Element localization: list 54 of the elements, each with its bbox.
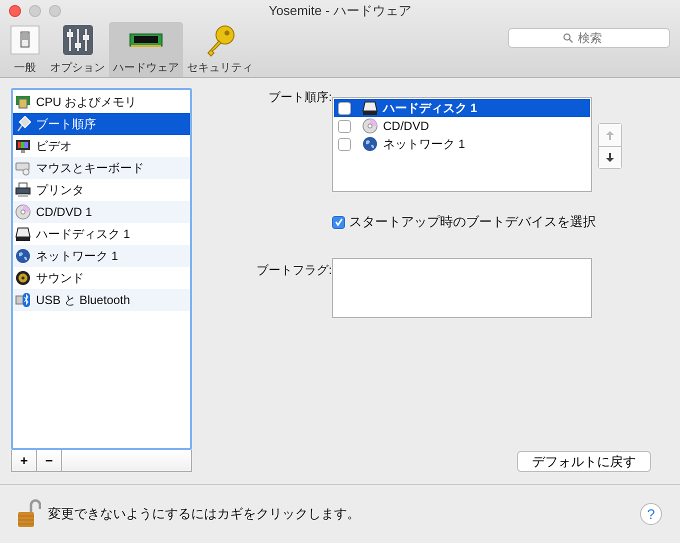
sidebar-item[interactable]: ハードディスク 1 [13, 223, 190, 245]
boot-device-row[interactable]: ネットワーク 1 [334, 135, 590, 153]
checkbox-label: スタートアップ時のブートデバイスを選択 [349, 213, 596, 231]
disc-icon [15, 204, 31, 220]
toolbar-tab[interactable]: セキュリティ [183, 22, 257, 77]
sidebar-item[interactable]: ビデオ [13, 135, 190, 157]
toolbar-tab[interactable]: ハードウェア [109, 22, 183, 77]
window-title: Yosemite - ハードウェア [268, 2, 412, 20]
up-arrow-icon [606, 130, 614, 140]
boot-flags-field[interactable] [332, 258, 592, 318]
boot-flags-label: ブートフラグ: [256, 262, 332, 279]
checkbox[interactable] [332, 216, 345, 228]
padlock-icon [17, 499, 41, 529]
checkbox[interactable] [338, 120, 351, 132]
sidebar-item[interactable]: マウスとキーボード [13, 157, 190, 179]
disc-icon [362, 118, 378, 134]
sidebar-item[interactable]: プリンタ [13, 179, 190, 201]
usb-bluetooth-icon [15, 292, 31, 308]
globe-icon [362, 136, 378, 152]
memory-chip-icon [15, 94, 31, 110]
boot-device-row[interactable]: ハードディスク 1 [334, 99, 590, 117]
sidebar-item[interactable]: USB と Bluetooth [13, 289, 190, 311]
sidebar-item[interactable]: CPU およびメモリ [13, 91, 190, 113]
search-field[interactable]: 検索 [508, 28, 670, 48]
boot-order-label: ブート順序: [268, 89, 332, 106]
search-icon [563, 33, 573, 43]
zoom-button[interactable] [49, 5, 61, 17]
toolbar-tab[interactable]: 一般 [4, 22, 46, 77]
speaker-icon [15, 270, 31, 286]
globe-icon [15, 248, 31, 264]
sidebar-item[interactable]: サウンド [13, 267, 190, 289]
hard-disk-icon [15, 226, 31, 242]
add-button[interactable]: + [12, 450, 37, 471]
boot-device-row[interactable]: CD/DVD [334, 117, 590, 135]
keyboard-mouse-icon [15, 160, 31, 176]
toolbar-tab[interactable]: オプション [46, 22, 109, 77]
sliders-icon [60, 24, 94, 58]
checkbox[interactable] [338, 138, 351, 150]
hard-disk-icon [362, 100, 378, 116]
minimize-button[interactable] [29, 5, 41, 17]
remove-button[interactable]: − [37, 450, 62, 471]
lock-message: 変更できないようにするにはカギをクリックします。 [48, 505, 361, 523]
sidebar-item[interactable]: ブート順序 [13, 113, 190, 135]
checkbox[interactable] [338, 102, 351, 114]
down-arrow-icon [606, 153, 614, 162]
move-down-button[interactable] [599, 146, 621, 168]
sidebar-item[interactable]: ネットワーク 1 [13, 245, 190, 267]
help-button[interactable]: ? [640, 503, 662, 525]
monitor-icon [15, 138, 31, 154]
flag-icon [15, 116, 31, 132]
restore-defaults-button[interactable]: デフォルトに戻す [517, 451, 651, 472]
sidebar-item[interactable]: CD/DVD 1 [13, 201, 190, 223]
close-button[interactable] [9, 5, 21, 17]
printer-icon [15, 182, 31, 198]
